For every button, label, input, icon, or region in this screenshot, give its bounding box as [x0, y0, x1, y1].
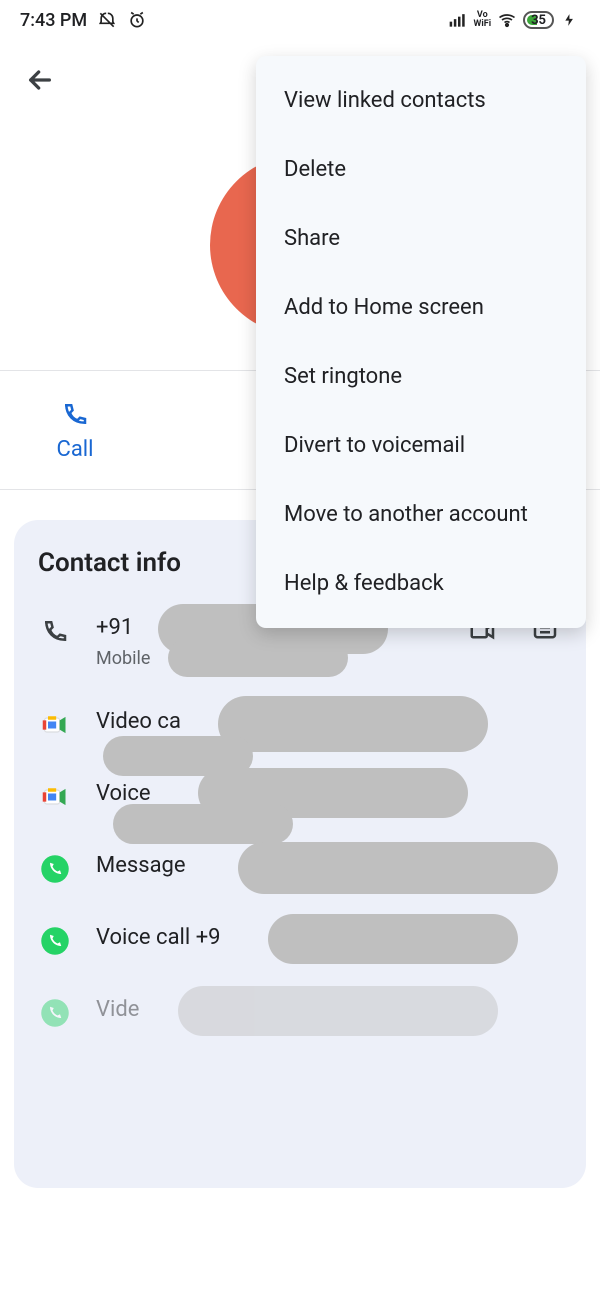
phone-type: Mobile [96, 647, 442, 670]
battery-text: 35 [531, 13, 546, 28]
alarm-icon [127, 10, 147, 30]
menu-delete[interactable]: Delete [256, 135, 586, 204]
whatsapp-message-row[interactable]: Message [38, 852, 562, 886]
menu-ringtone[interactable]: Set ringtone [256, 342, 586, 411]
meet-voice-row[interactable]: Voice [38, 780, 562, 814]
whatsapp-voice-label: Voice call +9 [96, 924, 562, 953]
whatsapp-video-row[interactable]: Vide [38, 996, 562, 1030]
status-time: 7:43 PM [20, 10, 87, 31]
whatsapp-icon [38, 852, 72, 886]
meet-video-label: Video ca [96, 708, 562, 737]
whatsapp-message-label: Message [96, 852, 562, 881]
arrow-left-icon [24, 64, 56, 96]
google-meet-icon [38, 708, 72, 742]
phone-icon [38, 614, 72, 648]
meet-voice-label: Voice [96, 780, 562, 809]
status-bar: 7:43 PM VoWiFi 35 [0, 0, 600, 40]
dnd-icon [97, 10, 117, 30]
google-meet-icon [38, 780, 72, 814]
menu-add-home[interactable]: Add to Home screen [256, 273, 586, 342]
signal-icon [448, 10, 468, 30]
menu-help[interactable]: Help & feedback [256, 549, 586, 618]
menu-share[interactable]: Share [256, 204, 586, 273]
call-action-label: Call [57, 437, 94, 462]
meet-video-row[interactable]: Video ca [38, 708, 562, 742]
bottom-fade [0, 1230, 600, 1300]
overflow-menu: View linked contacts Delete Share Add to… [256, 56, 586, 628]
whatsapp-icon [38, 996, 72, 1030]
vowifi-icon: VoWiFi [474, 11, 492, 29]
menu-divert-voicemail[interactable]: Divert to voicemail [256, 411, 586, 480]
whatsapp-icon [38, 924, 72, 958]
back-button[interactable] [20, 60, 60, 100]
battery-indicator: 35 [523, 11, 554, 29]
menu-view-linked[interactable]: View linked contacts [256, 66, 586, 135]
call-action[interactable]: Call [0, 399, 150, 462]
wifi-icon [497, 10, 517, 30]
charging-icon [560, 10, 580, 30]
whatsapp-voice-row[interactable]: Voice call +9 [38, 924, 562, 958]
menu-move-account[interactable]: Move to another account [256, 480, 586, 549]
whatsapp-video-label: Vide [96, 996, 562, 1025]
phone-icon [60, 399, 90, 429]
